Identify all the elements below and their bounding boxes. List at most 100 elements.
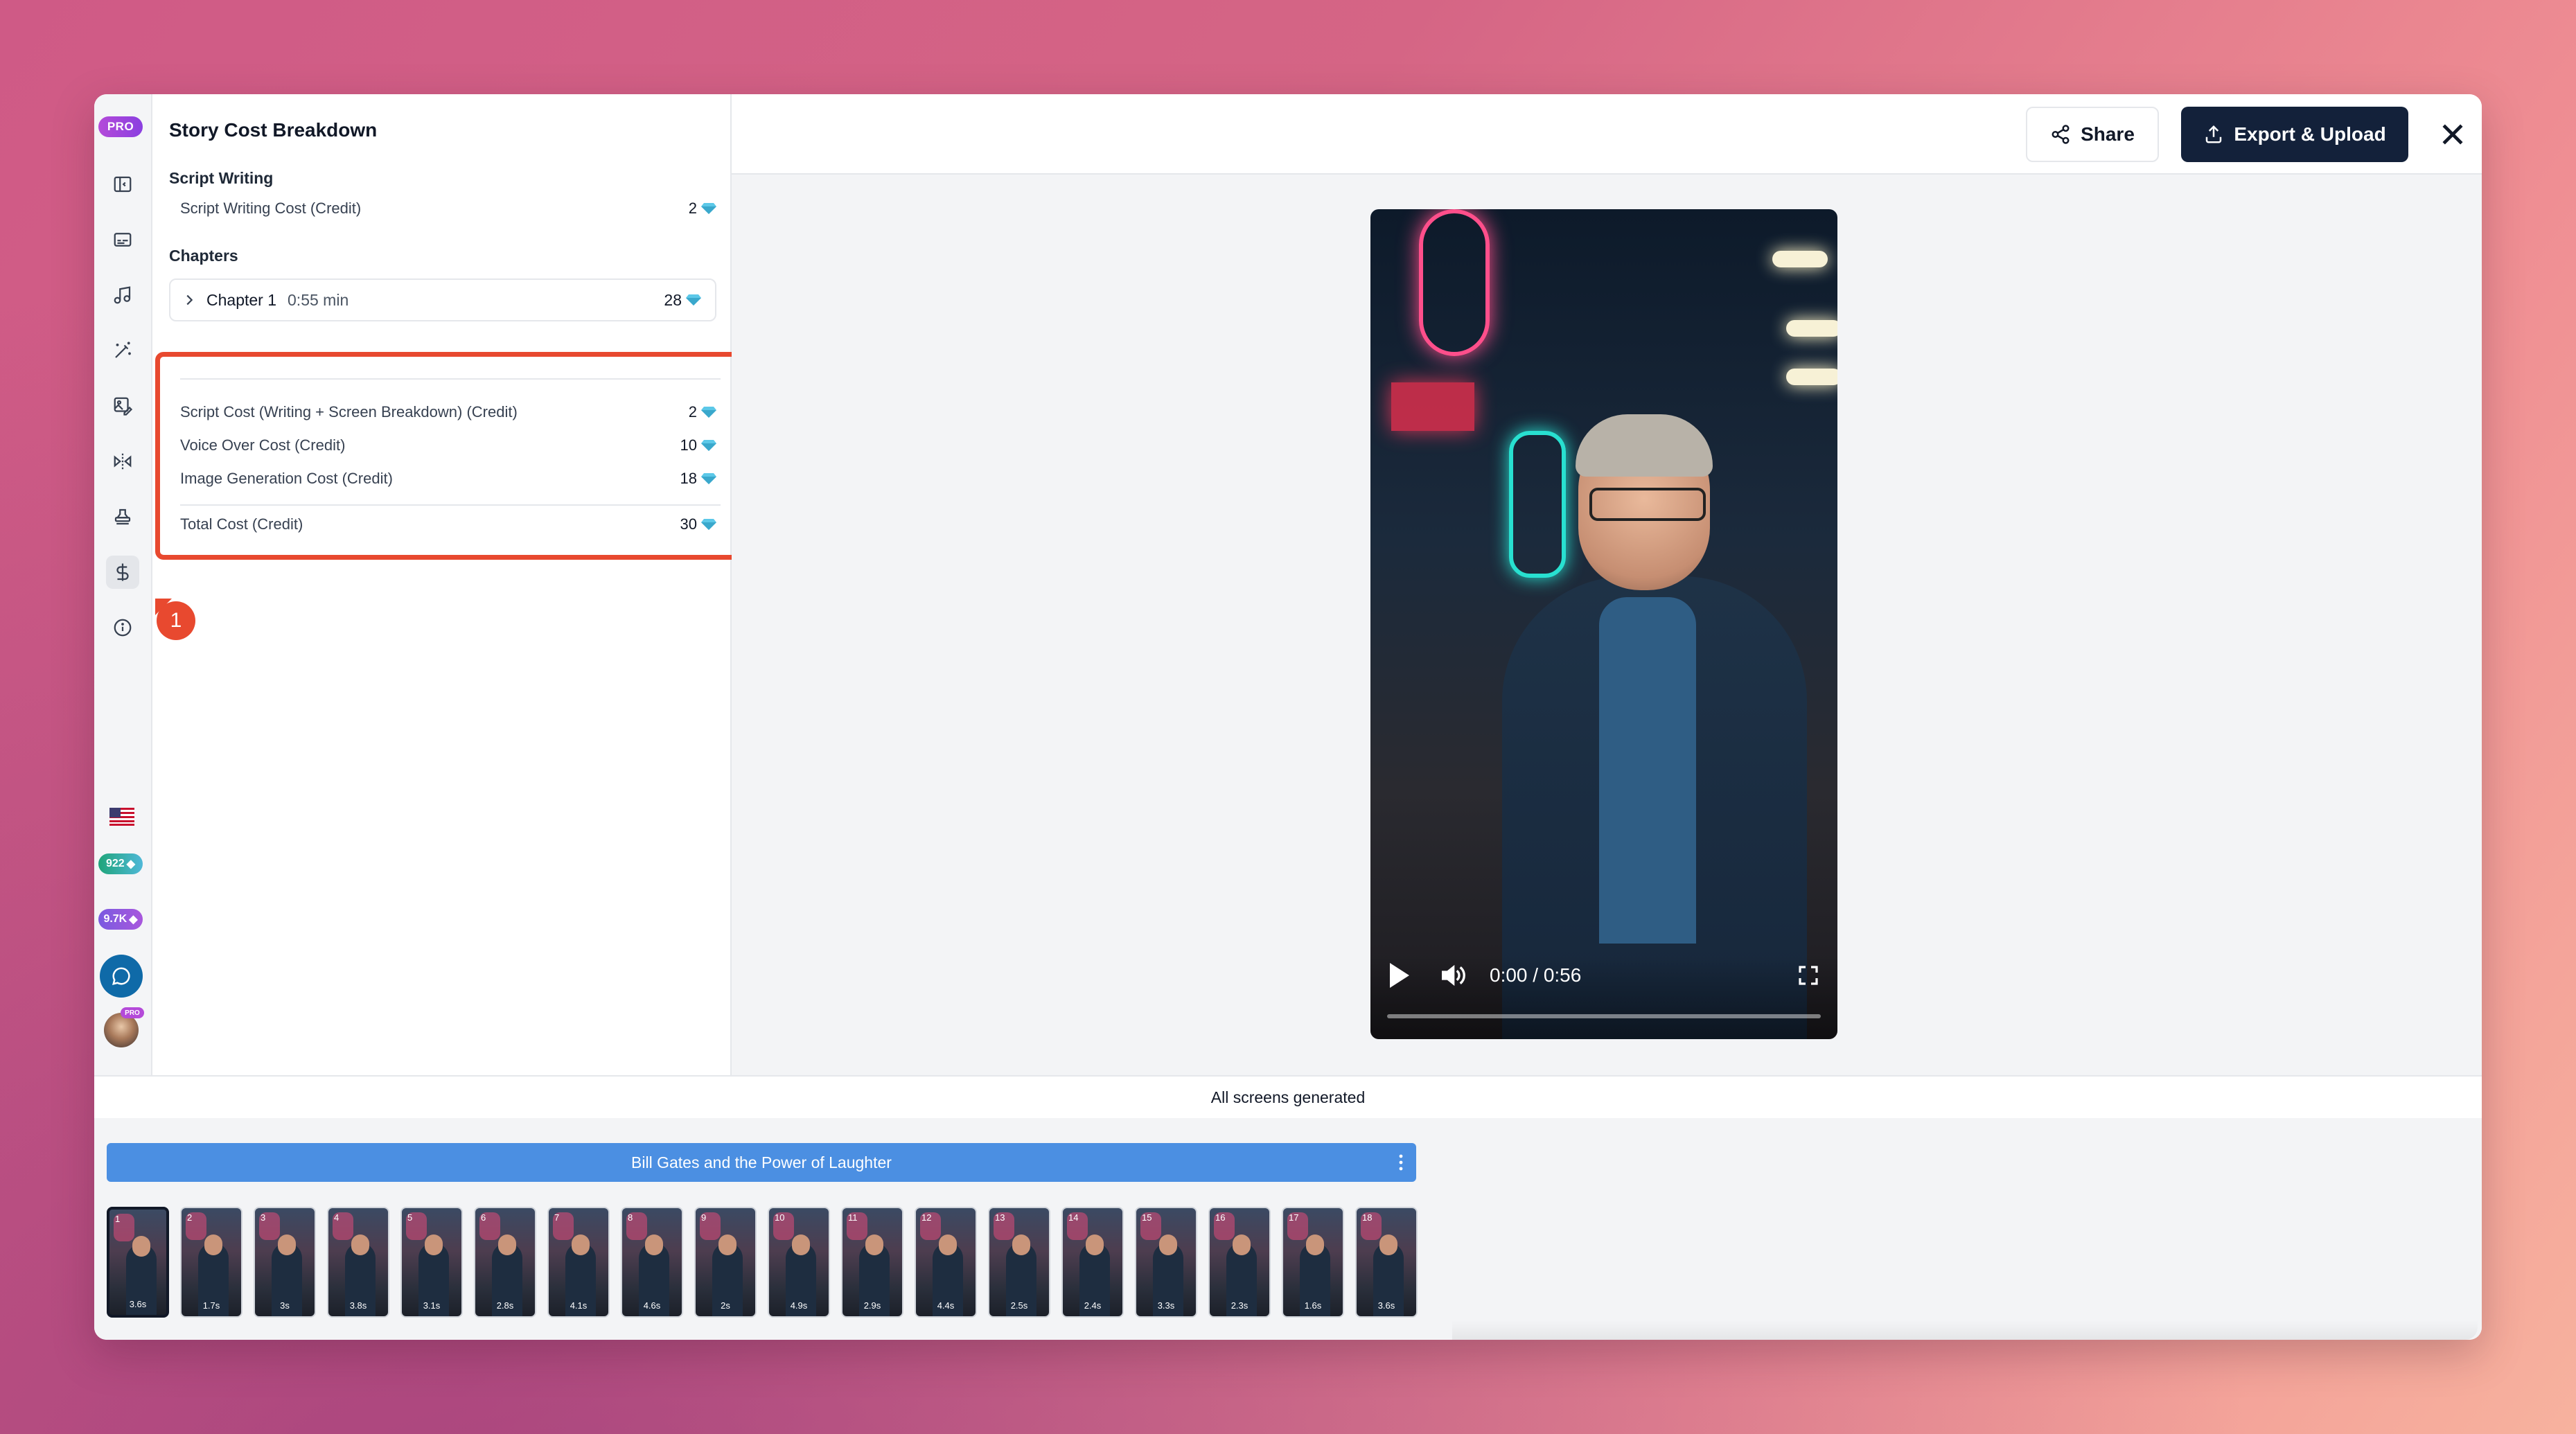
screen-thumbnail[interactable]: 4 3.8s bbox=[327, 1207, 389, 1318]
chevron-right-icon bbox=[186, 294, 193, 306]
gem-icon: ◆ bbox=[126, 858, 135, 870]
chapter-bar[interactable]: Bill Gates and the Power of Laughter bbox=[107, 1143, 1416, 1182]
screen-thumbnails: 1 3.6s 2 1.7s 3 3s 4 3.8s 5 3.1s 6 2.8s 7 4.1s 8 4.6s 9 2… bbox=[107, 1207, 1418, 1320]
credit-balance-badge[interactable]: 922 ◆ bbox=[98, 853, 143, 874]
thumbnail-image bbox=[1086, 1234, 1104, 1255]
panel-title: Story Cost Breakdown bbox=[169, 119, 378, 141]
pro-badge: PRO bbox=[98, 116, 143, 137]
dollar-icon[interactable] bbox=[106, 556, 139, 589]
screen-thumbnail[interactable]: 8 4.6s bbox=[621, 1207, 683, 1318]
thumbnail-image bbox=[939, 1234, 957, 1255]
screen-thumbnail[interactable]: 3 3s bbox=[254, 1207, 316, 1318]
thumbnail-number: 15 bbox=[1142, 1212, 1152, 1223]
cost-breakdown-panel: Story Cost Breakdown Script Writing Scri… bbox=[152, 94, 732, 1075]
thumbnail-duration: 2.3s bbox=[1230, 1300, 1249, 1311]
thumbnail-duration: 2.8s bbox=[496, 1300, 514, 1311]
video-player[interactable]: 0:00 / 0:56 bbox=[1370, 209, 1837, 1039]
info-icon[interactable] bbox=[106, 611, 139, 644]
generation-status: All screens generated bbox=[94, 1075, 2482, 1119]
chapter-name: Chapter 1 bbox=[206, 290, 277, 309]
us-flag-icon[interactable] bbox=[109, 808, 134, 826]
thumbnail-duration: 4.6s bbox=[643, 1300, 661, 1311]
thumbnail-image bbox=[1379, 1234, 1397, 1255]
more-options-icon[interactable] bbox=[1398, 1153, 1404, 1172]
video-frame-decor bbox=[1772, 251, 1828, 267]
screen-thumbnail[interactable]: 11 2.9s bbox=[841, 1207, 903, 1318]
video-frame-decor bbox=[1419, 209, 1490, 356]
preview-area: 0:00 / 0:56 bbox=[732, 175, 2482, 1075]
screen-thumbnail[interactable]: 17 1.6s bbox=[1282, 1207, 1344, 1318]
screen-thumbnail[interactable]: 6 2.8s bbox=[474, 1207, 536, 1318]
video-time: 0:00 / 0:56 bbox=[1490, 964, 1582, 986]
share-button[interactable]: Share bbox=[2026, 107, 2159, 162]
screen-thumbnail[interactable]: 7 4.1s bbox=[547, 1207, 610, 1318]
thumbnail-number: 6 bbox=[481, 1212, 486, 1223]
thumbnail-number: 8 bbox=[628, 1212, 633, 1223]
thumbnail-image bbox=[1159, 1234, 1177, 1255]
script-writing-heading: Script Writing bbox=[169, 169, 274, 187]
screen-thumbnail[interactable]: 15 3.3s bbox=[1135, 1207, 1197, 1318]
thumbnail-image bbox=[351, 1234, 369, 1255]
thumbnail-duration: 2.5s bbox=[1010, 1300, 1028, 1311]
share-icon bbox=[2052, 125, 2070, 144]
screen-thumbnail[interactable]: 12 4.4s bbox=[915, 1207, 977, 1318]
chat-icon bbox=[112, 967, 130, 986]
chapter-duration: 0:55 min bbox=[288, 290, 349, 309]
thumbnail-duration: 2.9s bbox=[863, 1300, 881, 1311]
thumbnail-duration: 3.6s bbox=[129, 1299, 147, 1309]
subtitles-icon[interactable] bbox=[106, 223, 139, 256]
screen-thumbnail[interactable]: 18 3.6s bbox=[1355, 1207, 1418, 1318]
fullscreen-icon[interactable] bbox=[1797, 964, 1819, 986]
thumbnail-number: 5 bbox=[407, 1212, 413, 1223]
app-window: PRO 922 ◆ 9.7K ◆ PRO Story Cost Breakdow… bbox=[94, 94, 2482, 1340]
thumbnail-number: 17 bbox=[1289, 1212, 1299, 1223]
magic-wand-icon[interactable] bbox=[106, 334, 139, 367]
thumbnail-duration: 4.9s bbox=[790, 1300, 808, 1311]
upload-icon bbox=[2206, 125, 2222, 143]
thumbnail-image bbox=[1012, 1234, 1030, 1255]
volume-icon[interactable] bbox=[1438, 962, 1466, 989]
thumbnail-number: 11 bbox=[848, 1212, 858, 1223]
screen-thumbnail[interactable]: 10 4.9s bbox=[768, 1207, 830, 1318]
thumbnail-number: 18 bbox=[1362, 1212, 1373, 1223]
sidebar-toggle-icon[interactable] bbox=[106, 168, 139, 201]
thumbnail-number: 14 bbox=[1068, 1212, 1079, 1223]
music-icon[interactable] bbox=[106, 278, 139, 312]
close-icon[interactable] bbox=[2437, 119, 2468, 150]
video-frame-decor bbox=[1391, 382, 1474, 431]
screen-thumbnail[interactable]: 16 2.3s bbox=[1208, 1207, 1271, 1318]
thumbnail-duration: 3s bbox=[280, 1300, 290, 1311]
video-subject bbox=[1576, 414, 1713, 477]
screen-thumbnail[interactable]: 13 2.5s bbox=[988, 1207, 1050, 1318]
thumbnail-duration: 3.6s bbox=[1377, 1300, 1395, 1311]
transition-icon[interactable] bbox=[106, 445, 139, 478]
thumbnail-number: 1 bbox=[115, 1214, 121, 1224]
stamp-icon[interactable] bbox=[106, 500, 139, 533]
screen-thumbnail[interactable]: 2 1.7s bbox=[180, 1207, 242, 1318]
thumbnail-duration: 2s bbox=[721, 1300, 730, 1311]
thumbnail-duration: 3.3s bbox=[1157, 1300, 1175, 1311]
token-balance-badge[interactable]: 9.7K ◆ bbox=[98, 909, 143, 930]
video-progress-bar[interactable] bbox=[1387, 1014, 1821, 1018]
thumbnail-number: 16 bbox=[1215, 1212, 1226, 1223]
thumbnail-image bbox=[498, 1234, 516, 1255]
window-shadow bbox=[1452, 1320, 2478, 1340]
thumbnail-image bbox=[572, 1234, 590, 1255]
gem-icon: ◆ bbox=[129, 914, 138, 926]
chapter-row[interactable]: Chapter 1 0:55 min 28 bbox=[169, 278, 716, 321]
play-icon[interactable] bbox=[1390, 963, 1409, 988]
thumbnail-duration: 4.4s bbox=[937, 1300, 955, 1311]
screen-thumbnail[interactable]: 1 3.6s bbox=[107, 1207, 169, 1318]
gem-icon bbox=[686, 294, 701, 306]
screen-thumbnail[interactable]: 9 2s bbox=[694, 1207, 757, 1318]
chat-support-button[interactable] bbox=[100, 955, 143, 998]
avatar-pro-badge: PRO bbox=[121, 1007, 144, 1018]
image-edit-icon[interactable] bbox=[106, 389, 139, 423]
thumbnail-duration: 4.1s bbox=[570, 1300, 588, 1311]
screen-thumbnail[interactable]: 5 3.1s bbox=[400, 1207, 463, 1318]
screen-thumbnail[interactable]: 14 2.4s bbox=[1061, 1207, 1124, 1318]
export-upload-button[interactable]: Export & Upload bbox=[2181, 107, 2408, 162]
video-frame-decor bbox=[1786, 369, 1837, 385]
thumbnail-duration: 3.8s bbox=[349, 1300, 367, 1311]
thumbnail-image bbox=[132, 1236, 150, 1257]
